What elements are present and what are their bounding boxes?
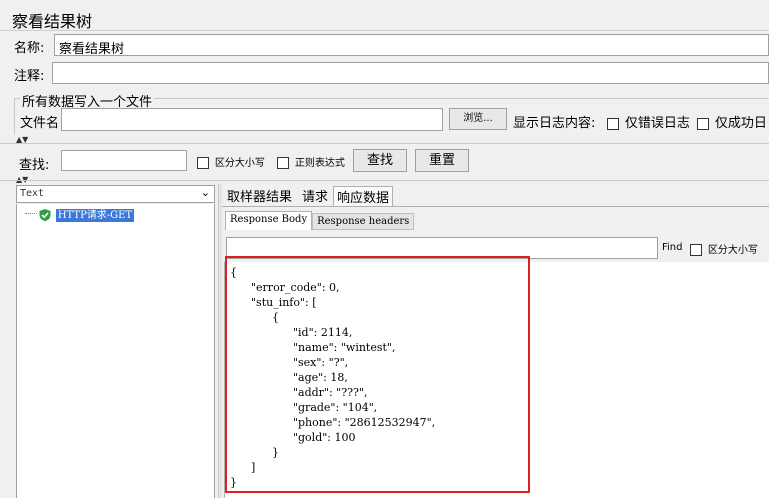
success-only-box [697,117,709,130]
log-content-label: 显示日志内容: [513,116,596,131]
browse-button[interactable]: 浏览... [449,108,507,130]
tab-response-headers[interactable]: Response headers [312,213,415,230]
response-line: "phone": "28612532947", [230,416,436,429]
title-divider [0,30,769,31]
name-field-value: 察看结果树 [59,42,125,57]
response-line: "addr": "???", [230,386,368,399]
panel-divider[interactable] [218,184,222,498]
tree-panel [16,204,215,498]
errors-only-checkbox[interactable]: 仅错误日志 [607,112,690,131]
response-line: "error_code": 0, [230,281,340,294]
response-line: "id": 2114, [230,326,353,339]
comment-field[interactable] [52,62,769,84]
search-label: 查找: [19,158,50,173]
tab-sampler-result[interactable]: 取样器结果 [224,186,295,206]
result-tabs-underline [222,206,769,207]
response-line: ] [230,461,256,474]
tab-response-data[interactable]: 响应数据 [333,186,394,206]
search-button-label: 查找 [366,153,393,168]
find-case-box [690,243,702,256]
tab-request[interactable]: 请求 [299,186,331,206]
response-line: { [230,266,237,279]
renderer-select[interactable]: Text ⌄ [16,185,215,203]
reset-button[interactable]: 重置 [415,149,469,172]
response-tabs: Response Body Response headers [225,211,415,230]
name-field[interactable]: 察看结果树 [54,34,769,57]
errors-only-label: 仅错误日志 [624,116,690,131]
chevron-down-icon: ⌄ [200,186,210,199]
result-tabs: 取样器结果 请求 响应数据 [224,186,394,206]
browse-button-label: 浏览... [463,113,493,124]
name-label: 名称: [14,41,45,56]
response-line: "stu_info": [ [230,296,317,309]
response-line: { [230,311,279,324]
errors-only-box [607,117,619,130]
response-line: } [230,476,237,489]
comment-label: 注释: [14,69,45,84]
response-line: "gold": 100 [230,431,356,444]
find-label: Find [662,242,683,253]
regex-label: 正则表达式 [294,158,345,169]
response-line: "grade": "104", [230,401,378,414]
case-sensitive-label: 区分大小写 [214,158,265,169]
search-input[interactable] [61,150,187,171]
search-button[interactable]: 查找 [353,149,407,172]
tree-connector [25,213,37,214]
renderer-select-value: Text [20,188,45,199]
tree-item-http-get[interactable]: HTTP请求-GET [38,206,135,222]
response-line: "name": "wintest", [230,341,396,354]
reset-button-label: 重置 [428,153,455,168]
splitter-divider-2[interactable] [0,180,769,181]
case-sensitive-box [197,156,209,169]
splitter-divider[interactable] [0,143,769,144]
find-case-checkbox[interactable]: 区分大小写 [690,241,758,256]
file-name-input[interactable] [61,108,443,131]
file-name-label: 文件名 [20,116,60,131]
case-sensitive-checkbox[interactable]: 区分大小写 [197,154,265,169]
success-only-label: 仅成功日 [714,116,767,131]
page-title: 察看结果树 [12,12,93,31]
response-line: "age": 18, [230,371,348,384]
regex-checkbox[interactable]: 正则表达式 [277,154,345,169]
tab-response-body[interactable]: Response Body [225,211,313,230]
response-line: "sex": "?", [230,356,349,369]
tree-item-label: HTTP请求-GET [55,209,135,222]
find-case-label: 区分大小写 [707,245,758,256]
success-only-checkbox[interactable]: 仅成功日 [697,112,767,131]
response-line: } [230,446,279,459]
success-check-icon [39,208,51,221]
regex-box [277,156,289,169]
